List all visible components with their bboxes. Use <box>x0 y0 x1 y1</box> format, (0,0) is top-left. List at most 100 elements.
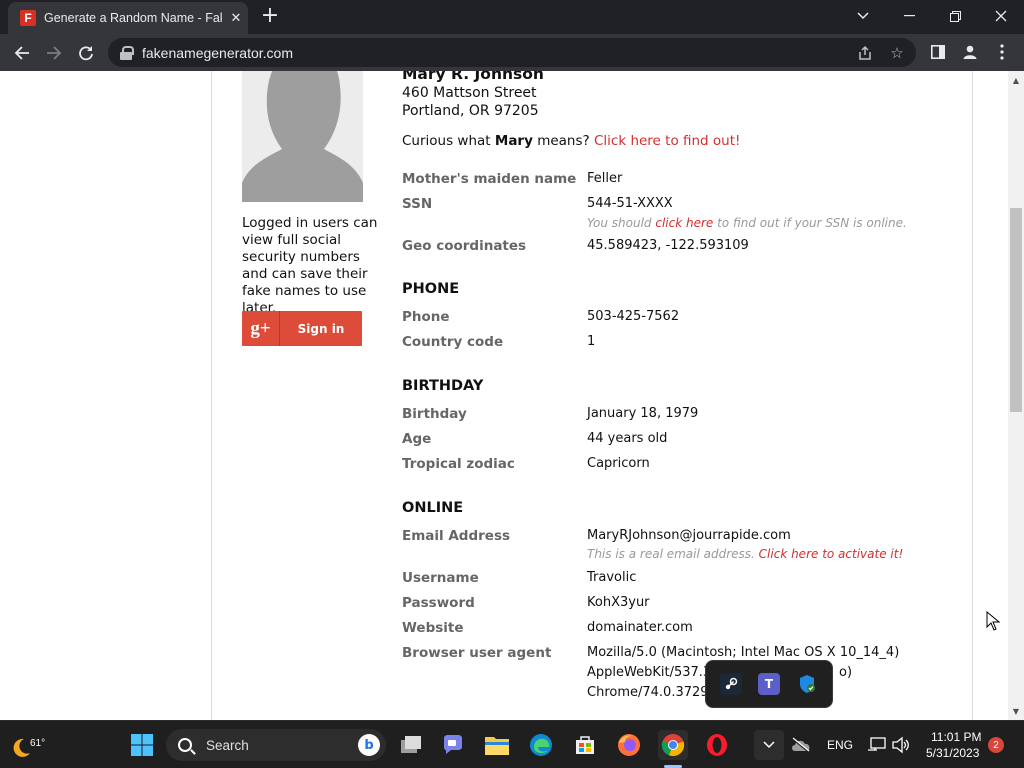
temperature: 61° <box>30 738 46 749</box>
person-name: Mary R. Johnson <box>402 71 544 83</box>
profile-icon[interactable] <box>960 42 980 62</box>
field-label: Website <box>402 620 464 636</box>
weather-widget[interactable]: 61° <box>8 729 48 761</box>
field-label: Username <box>402 570 479 586</box>
file-explorer-icon[interactable] <box>482 730 512 760</box>
scroll-down-arrow-icon[interactable]: ▼ <box>1008 704 1024 718</box>
user-agent-line-3: Chrome/74.0.3729. <box>587 685 713 700</box>
clock-date[interactable]: 5/31/2023 <box>926 746 979 760</box>
curious-name: Mary <box>494 133 533 149</box>
page-scrollbar[interactable]: ▲ ▼ <box>1008 71 1024 720</box>
side-panel-icon[interactable] <box>928 42 948 62</box>
field-label: Browser user agent <box>402 645 552 661</box>
bookmark-star-icon[interactable]: ☆ <box>888 44 906 62</box>
steam-icon[interactable] <box>720 673 742 695</box>
geo-coordinates-link[interactable]: 45.589423, -122.593109 <box>587 238 749 253</box>
close-tab-icon[interactable]: ✕ <box>228 10 244 26</box>
site-favicon-icon: F <box>20 10 36 26</box>
user-agent-line-1: Mozilla/5.0 (Macintosh; Intel Mac OS X 1… <box>587 645 900 660</box>
edge-icon[interactable] <box>526 730 556 760</box>
hidden-tray-icons-flyout: T <box>705 660 833 708</box>
opera-icon[interactable] <box>702 730 732 760</box>
scrollbar-thumb[interactable] <box>1010 208 1022 412</box>
browser-toolbar: fakenamegenerator.com ☆ <box>0 34 1024 71</box>
field-value: January 18, 1979 <box>587 406 699 421</box>
field-label: Country code <box>402 334 504 350</box>
bing-icon[interactable]: b <box>358 734 380 756</box>
tab-search-chevron-icon[interactable] <box>840 2 886 30</box>
activate-email-link[interactable]: Click here to activate it! <box>759 547 904 561</box>
defender-shield-icon[interactable] <box>796 673 818 695</box>
lock-icon[interactable] <box>120 45 134 60</box>
google-plus-signin-button[interactable]: g+ Sign in <box>242 311 362 346</box>
onedrive-offline-icon[interactable] <box>786 730 816 760</box>
share-icon[interactable] <box>856 44 874 62</box>
search-icon <box>178 738 192 752</box>
field-label: Birthday <box>402 406 467 422</box>
field-label: Geo coordinates <box>402 238 527 254</box>
ssn-note: You should click here to find out if you… <box>587 216 907 230</box>
field-label: Mother's maiden name <box>402 171 577 187</box>
chat-icon[interactable] <box>438 730 468 760</box>
show-hidden-icons-chevron-icon[interactable] <box>754 730 784 760</box>
chrome-icon[interactable] <box>658 730 688 760</box>
address-line-2: Portland, OR 97205 <box>402 103 539 119</box>
ssn-check-link[interactable]: click here <box>655 216 713 230</box>
login-hint-text: Logged in users can view full social sec… <box>242 215 378 316</box>
store-icon[interactable] <box>570 730 600 760</box>
volume-icon[interactable] <box>886 730 916 760</box>
field-value: KohX3yur <box>587 595 650 610</box>
field-value: Feller <box>587 171 623 186</box>
mouse-cursor-icon <box>986 611 1000 631</box>
field-value: Capricorn <box>587 456 650 471</box>
address-bar[interactable]: fakenamegenerator.com ☆ <box>108 38 916 67</box>
notification-badge[interactable]: 2 <box>988 737 1004 753</box>
search-placeholder: Search <box>206 737 249 753</box>
field-label: Phone <box>402 309 450 325</box>
field-value: Travolic <box>587 570 637 585</box>
forward-arrow-icon[interactable] <box>41 40 67 66</box>
field-value: domainater.com <box>587 620 693 635</box>
windows-taskbar: 61° Search b ENG 11:01 PM 5/31/2023 2 <box>0 720 1024 768</box>
restore-icon[interactable] <box>932 2 978 30</box>
name-meaning-line: Curious what Mary means? Click here to f… <box>402 133 740 149</box>
field-value: MaryRJohnson@jourrapide.com <box>587 528 791 543</box>
new-tab-icon[interactable]: + <box>260 5 280 27</box>
firefox-icon[interactable] <box>614 730 644 760</box>
address-line-1: 460 Mattson Street <box>402 85 537 101</box>
curious-suffix: means? <box>532 133 594 149</box>
field-label: Tropical zodiac <box>402 456 515 472</box>
user-agent-line-2-tail: o) <box>839 665 853 680</box>
scroll-up-arrow-icon[interactable]: ▲ <box>1008 73 1024 87</box>
back-arrow-icon[interactable] <box>9 40 35 66</box>
field-label: Password <box>402 595 475 611</box>
page-viewport: Logged in users can view full social sec… <box>0 71 1008 720</box>
menu-kebab-icon[interactable] <box>992 42 1012 62</box>
close-window-icon[interactable] <box>978 2 1024 30</box>
tab-title: Generate a Random Name - Fake Name Gener… <box>44 11 222 25</box>
url-text: fakenamegenerator.com <box>142 44 293 61</box>
section-heading-online: ONLINE <box>402 500 464 516</box>
note-prefix: You should <box>587 216 656 230</box>
task-view-icon[interactable] <box>396 730 426 760</box>
teams-icon[interactable]: T <box>758 673 780 695</box>
field-value: 544-51-XXXX <box>587 196 673 211</box>
tab-strip: F Generate a Random Name - Fake Name Gen… <box>0 0 1024 34</box>
field-value: 1 <box>587 334 596 349</box>
taskbar-search-box[interactable]: Search b <box>166 729 386 761</box>
start-icon[interactable] <box>127 730 157 760</box>
field-label: Age <box>402 431 432 447</box>
minimize-icon[interactable] <box>886 2 932 30</box>
field-label: SSN <box>402 196 433 212</box>
clock-time[interactable]: 11:01 PM <box>931 730 981 744</box>
name-meaning-link[interactable]: Click here to find out! <box>594 133 740 149</box>
browser-tab[interactable]: F Generate a Random Name - Fake Name Gen… <box>8 2 248 34</box>
section-heading-birthday: BIRTHDAY <box>402 378 484 394</box>
email-note: This is a real email address. Click here… <box>587 547 903 561</box>
reload-icon[interactable] <box>73 40 99 66</box>
language-indicator[interactable]: ENG <box>827 738 853 752</box>
field-label: Email Address <box>402 528 511 544</box>
note-prefix: This is a real email address. <box>587 547 759 561</box>
section-heading-phone: PHONE <box>402 281 460 297</box>
curious-prefix: Curious what <box>402 133 495 149</box>
